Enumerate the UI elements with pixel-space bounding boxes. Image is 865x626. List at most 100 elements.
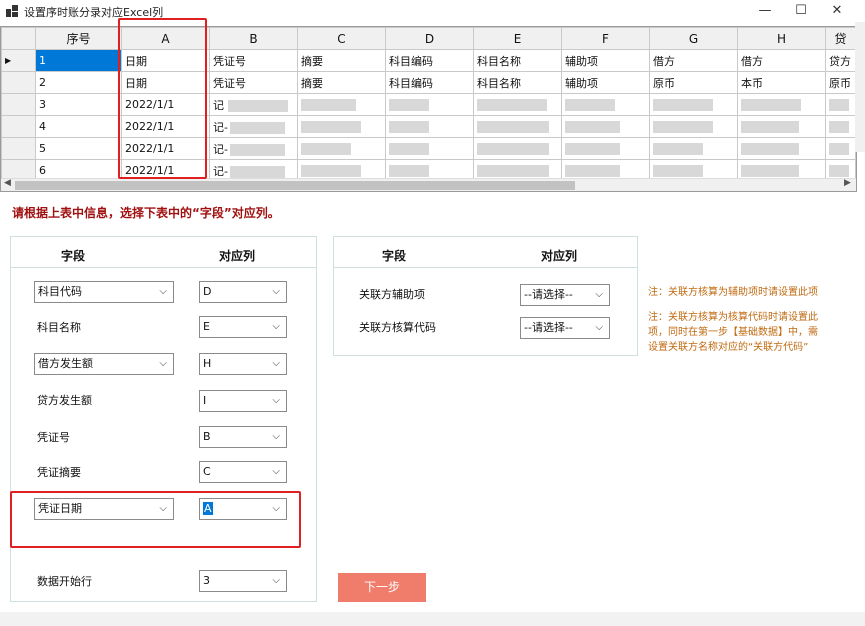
table-cell[interactable] <box>649 137 738 160</box>
table-cell[interactable] <box>825 137 856 160</box>
column-header-e[interactable]: E <box>473 27 562 50</box>
minimize-button[interactable]: — <box>748 0 782 22</box>
table-cell[interactable] <box>561 115 650 138</box>
table-cell[interactable]: 4 <box>35 115 122 138</box>
row-header[interactable] <box>1 71 36 94</box>
table-cell[interactable]: 摘要 <box>297 49 386 72</box>
chevron-down-icon: ⌵ <box>595 289 603 300</box>
table-cell[interactable] <box>385 115 474 138</box>
table-cell[interactable]: 原币 <box>825 71 856 94</box>
select-value: E <box>203 320 210 333</box>
table-cell[interactable] <box>825 93 856 116</box>
table-cell[interactable] <box>561 93 650 116</box>
column-header-seq[interactable]: 序号 <box>35 27 122 50</box>
table-cell[interactable] <box>737 137 826 160</box>
column-select-subject-name[interactable]: E ⌵ <box>199 316 287 338</box>
start-row-select[interactable]: 3 ⌵ <box>199 570 287 592</box>
chevron-down-icon: ⌵ <box>272 321 280 332</box>
redacted-block <box>653 143 703 155</box>
table-cell[interactable]: 2 <box>35 71 122 94</box>
redacted-block <box>228 99 288 112</box>
table-cell[interactable] <box>737 115 826 138</box>
table-cell[interactable]: 辅助项 <box>561 71 650 94</box>
table-cell[interactable]: 贷方 <box>825 49 856 72</box>
column-header-d[interactable]: D <box>385 27 474 50</box>
column-header-h[interactable]: H <box>737 27 826 50</box>
table-cell[interactable]: 记 <box>209 93 298 116</box>
scroll-thumb[interactable] <box>15 181 575 190</box>
table-cell[interactable]: 本币 <box>737 71 826 94</box>
current-row-marker[interactable]: ▶ <box>1 49 36 72</box>
table-cell[interactable]: 凭证号 <box>209 71 298 94</box>
column-header-f[interactable]: F <box>561 27 650 50</box>
table-cell[interactable]: 凭证号 <box>209 49 298 72</box>
table-cell[interactable]: 记- <box>209 115 298 138</box>
redacted-block <box>389 121 429 133</box>
note-line: 注：关联方核算为核算代码时请设置此 <box>648 312 818 323</box>
table-cell[interactable]: 5 <box>35 137 122 160</box>
column-header-g[interactable]: G <box>649 27 738 50</box>
redacted-block <box>565 99 615 111</box>
column-select-voucher-number[interactable]: B ⌵ <box>199 426 287 448</box>
horizontal-scrollbar[interactable]: ◀ ▶ <box>1 178 856 191</box>
table-cell[interactable] <box>825 115 856 138</box>
table-cell[interactable] <box>649 115 738 138</box>
select-value: 科目代码 <box>38 285 82 298</box>
redacted-block <box>653 165 703 177</box>
table-cell[interactable] <box>649 93 738 116</box>
column-select-subject-code[interactable]: D ⌵ <box>199 281 287 303</box>
column-select-credit-amount[interactable]: I ⌵ <box>199 390 287 412</box>
table-cell[interactable] <box>561 137 650 160</box>
column-select-debit-amount[interactable]: H ⌵ <box>199 353 287 375</box>
table-cell[interactable] <box>385 137 474 160</box>
field-select-debit-amount[interactable]: 借方发生额 ⌵ <box>34 353 174 375</box>
field-label-subject-name: 科目名称 <box>37 321 81 334</box>
column-header-c[interactable]: C <box>297 27 386 50</box>
table-cell[interactable] <box>297 93 386 116</box>
redacted-block <box>829 121 849 133</box>
table-cell[interactable]: 摘要 <box>297 71 386 94</box>
redacted-block <box>229 121 285 134</box>
field-label-credit-amount: 贷方发生额 <box>37 394 92 407</box>
table-cell[interactable]: 3 <box>35 93 122 116</box>
field-select-subject-code[interactable]: 科目代码 ⌵ <box>34 281 174 303</box>
table-cell[interactable]: 1 <box>35 49 122 72</box>
table-cell[interactable] <box>473 93 562 116</box>
table-cell[interactable]: 科目名称 <box>473 71 562 94</box>
vertical-scrollbar[interactable] <box>855 22 865 152</box>
table-cell[interactable] <box>473 137 562 160</box>
column-select-voucher-summary[interactable]: C ⌵ <box>199 461 287 483</box>
table-cell[interactable] <box>297 115 386 138</box>
column-header-b[interactable]: B <box>209 27 298 50</box>
table-cell[interactable]: 原币 <box>649 71 738 94</box>
scroll-left-icon[interactable]: ◀ <box>4 178 11 188</box>
table-cell-text: 记- <box>213 120 228 134</box>
select-value: 借方发生额 <box>38 357 93 370</box>
table-cell[interactable]: 借方 <box>737 49 826 72</box>
related-code-select[interactable]: --请选择-- ⌵ <box>520 317 610 339</box>
table-cell[interactable]: 记- <box>209 137 298 160</box>
table-cell[interactable]: 借方 <box>649 49 738 72</box>
next-step-button[interactable]: 下一步 <box>338 573 426 602</box>
redacted-block <box>829 143 849 155</box>
maximize-button[interactable]: ☐ <box>784 0 818 22</box>
redacted-block <box>653 99 713 111</box>
scroll-right-icon[interactable]: ▶ <box>844 178 851 188</box>
row-header[interactable] <box>1 115 36 138</box>
table-cell[interactable]: 科目名称 <box>473 49 562 72</box>
table-cell[interactable]: 辅助项 <box>561 49 650 72</box>
row-header[interactable] <box>1 137 36 160</box>
related-aux-select[interactable]: --请选择-- ⌵ <box>520 284 610 306</box>
start-row-label: 数据开始行 <box>37 575 92 588</box>
table-cell[interactable] <box>385 93 474 116</box>
field-label-related-aux: 关联方辅助项 <box>359 288 425 301</box>
table-cell[interactable] <box>737 93 826 116</box>
table-cell[interactable] <box>297 137 386 160</box>
table-cell[interactable]: 科目编码 <box>385 71 474 94</box>
close-button[interactable]: ✕ <box>820 0 854 22</box>
table-cell[interactable]: 科目编码 <box>385 49 474 72</box>
table-cell[interactable] <box>473 115 562 138</box>
row-header[interactable] <box>1 93 36 116</box>
redacted-block <box>301 121 361 133</box>
column-header-i[interactable]: 贷 <box>825 27 856 50</box>
